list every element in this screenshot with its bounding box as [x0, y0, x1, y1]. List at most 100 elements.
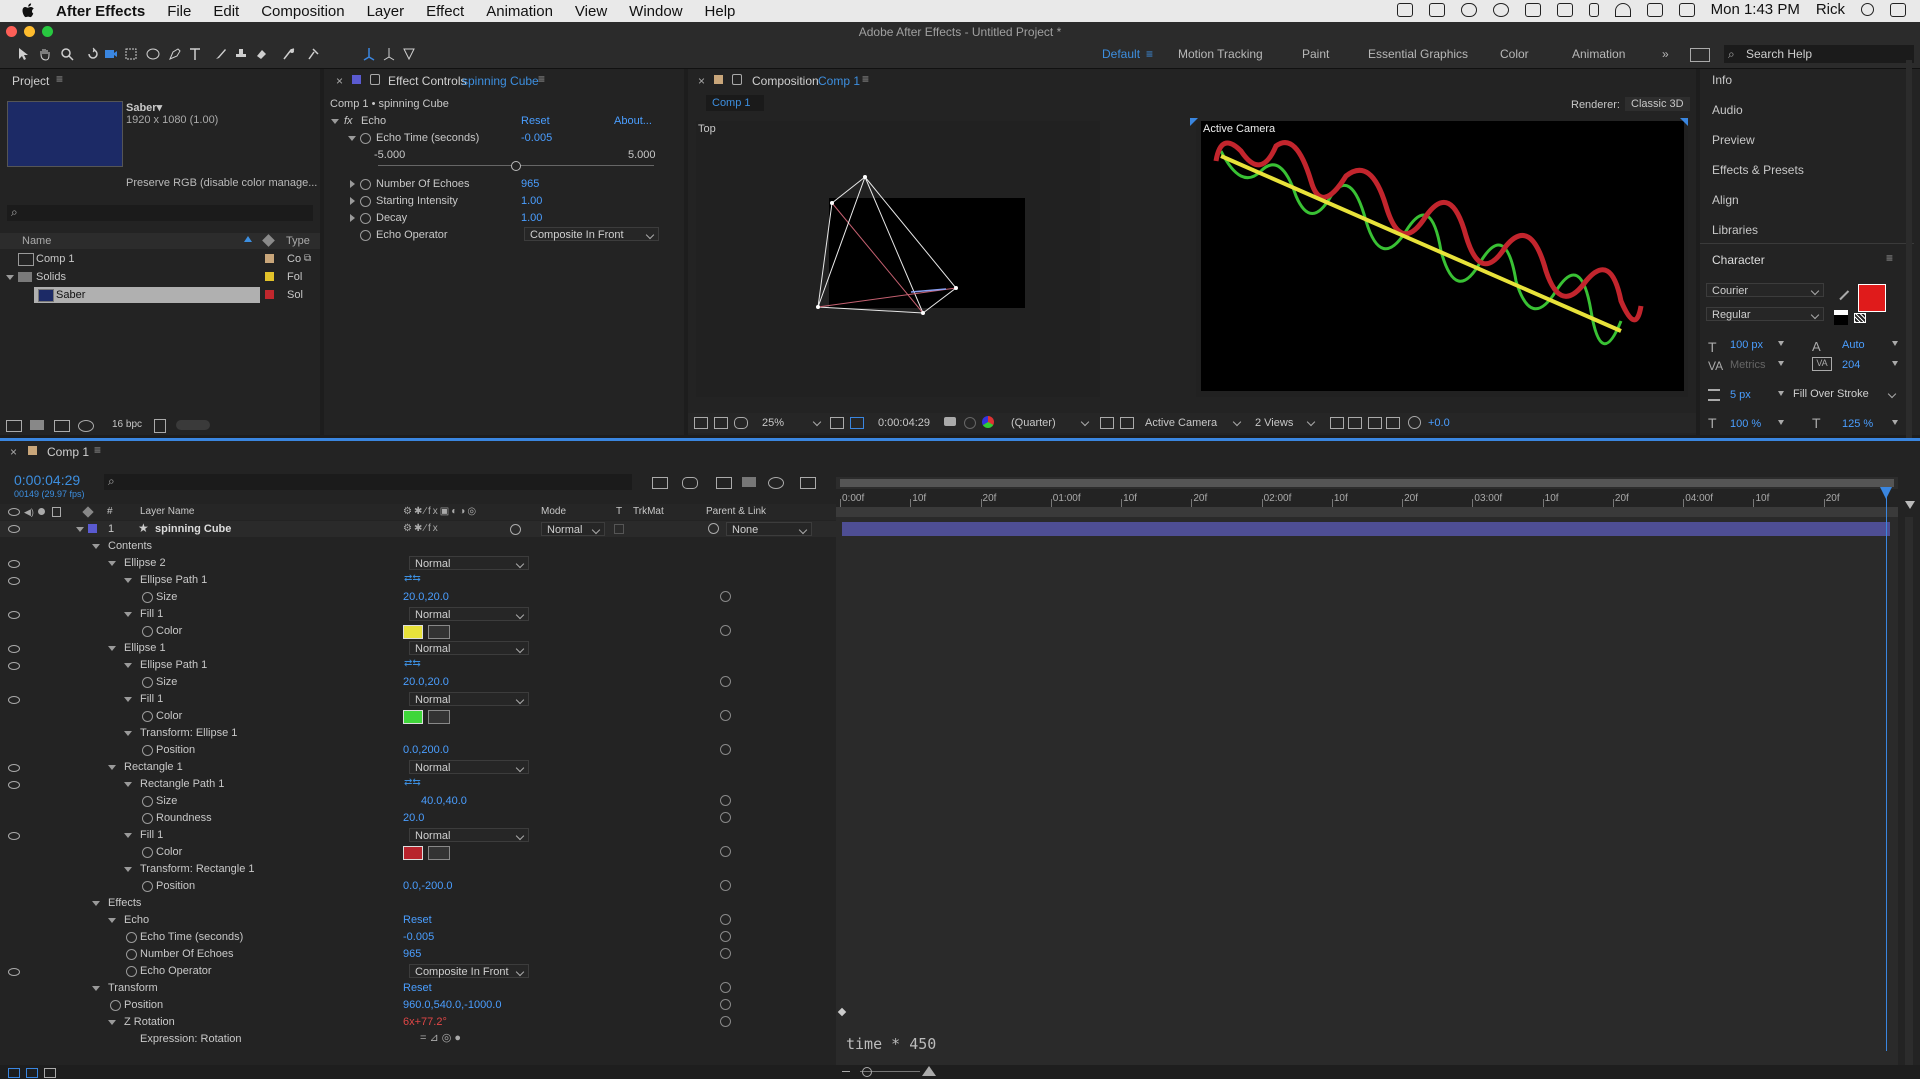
- expand-layer-switches-icon[interactable]: [8, 1068, 20, 1078]
- column-track-matte[interactable]: TrkMat: [633, 506, 664, 517]
- video-eye-icon[interactable]: [8, 696, 20, 704]
- stopwatch-icon[interactable]: [142, 677, 153, 688]
- property-row[interactable]: Echo Time (seconds) -0.005: [0, 929, 836, 946]
- switches-icons[interactable]: ⚙✱∕fx▣◐◑◎: [403, 506, 478, 517]
- eyedropper-icon[interactable]: [428, 625, 450, 639]
- property-value[interactable]: 960.0,540.0,-1000.0: [403, 999, 501, 1011]
- layer-mode-dropdown[interactable]: Normal: [541, 522, 605, 536]
- stopwatch-icon[interactable]: [142, 711, 153, 722]
- zoom-in-mountain-icon[interactable]: [922, 1066, 936, 1076]
- video-eye-icon[interactable]: [8, 781, 20, 789]
- roto-brush-tool-icon[interactable]: [282, 47, 296, 61]
- renderer-button[interactable]: Classic 3D: [1625, 97, 1690, 111]
- property-value[interactable]: -0.005: [403, 931, 434, 943]
- video-eye-icon[interactable]: [8, 508, 20, 516]
- panel-audio[interactable]: Audio: [1712, 103, 1743, 117]
- interpret-footage-icon[interactable]: [6, 420, 22, 432]
- composition-title[interactable]: Composition: [752, 74, 819, 88]
- property-row[interactable]: Echo Operator Composite In Front: [0, 963, 836, 980]
- panel-info[interactable]: Info: [1712, 73, 1732, 87]
- property-row[interactable]: Size 20.0,20.0: [0, 674, 836, 691]
- composition-mini-flowchart-icon[interactable]: [652, 477, 668, 489]
- bit-depth-button[interactable]: 16 bpc: [112, 419, 142, 430]
- creative-cloud-icon[interactable]: [1396, 2, 1413, 17]
- stopwatch-icon[interactable]: [142, 847, 153, 858]
- camera-tool-icon[interactable]: [104, 47, 118, 61]
- pickwhip-icon[interactable]: [720, 676, 731, 687]
- stopwatch-icon[interactable]: [126, 949, 137, 960]
- workspace-color[interactable]: Color: [1500, 47, 1529, 61]
- search-help-field[interactable]: ⌕ Search Help: [1724, 45, 1914, 63]
- clone-stamp-tool-icon[interactable]: [234, 47, 248, 61]
- work-area-range[interactable]: [840, 479, 1894, 487]
- label-tag-icon[interactable]: [262, 234, 275, 247]
- layer-color-label[interactable]: [88, 524, 97, 533]
- collapse-triangle-icon[interactable]: [124, 697, 132, 702]
- font-style-dropdown[interactable]: Regular: [1706, 307, 1824, 321]
- project-scroll-slider[interactable]: [176, 420, 210, 430]
- property-value[interactable]: 20.0,20.0: [403, 591, 449, 603]
- panel-menu-icon[interactable]: ≡: [862, 72, 869, 86]
- stopwatch-icon[interactable]: [142, 796, 153, 807]
- property-row[interactable]: Transform: Ellipse 1: [0, 725, 836, 742]
- property-row[interactable]: Rectangle 1 Normal: [0, 759, 836, 776]
- timeline-scrollbar[interactable]: [1905, 517, 1913, 1077]
- bluetooth-icon[interactable]: [1588, 2, 1599, 17]
- workspace-default[interactable]: Default: [1102, 47, 1140, 61]
- menubar-user[interactable]: Rick: [1816, 1, 1845, 18]
- panel-menu-icon[interactable]: ≡: [538, 72, 545, 86]
- current-time-display[interactable]: 0:00:04:29: [878, 417, 930, 429]
- pickwhip-icon[interactable]: [720, 846, 731, 857]
- zoom-window-button[interactable]: [42, 26, 53, 37]
- menu-layer[interactable]: Layer: [367, 3, 405, 20]
- tracking-value[interactable]: 204: [1842, 359, 1860, 371]
- panel-menu-icon[interactable]: ≡: [1886, 251, 1893, 265]
- draft-3d-icon[interactable]: [682, 477, 698, 489]
- kerning-value[interactable]: Metrics: [1730, 359, 1765, 371]
- path-direction-icon[interactable]: ⇄⇆: [404, 573, 421, 584]
- menu-help[interactable]: Help: [705, 3, 736, 20]
- color-swatch[interactable]: [403, 846, 423, 860]
- property-value[interactable]: 40.0,40.0: [421, 795, 467, 807]
- column-name[interactable]: Name: [22, 235, 51, 247]
- expand-time-stretch-icon[interactable]: [44, 1068, 56, 1078]
- graph-editor-icon[interactable]: [800, 477, 816, 489]
- spotlight-icon[interactable]: [1861, 3, 1874, 16]
- label-color[interactable]: [265, 272, 274, 281]
- close-panel-icon[interactable]: ×: [698, 74, 705, 88]
- mask-visibility-icon[interactable]: [734, 417, 748, 429]
- 3d-layer-icon[interactable]: [510, 524, 521, 535]
- adjust-project-settings-icon[interactable]: [78, 420, 94, 432]
- pickwhip-icon[interactable]: [720, 948, 731, 959]
- layer-name[interactable]: spinning Cube: [155, 523, 231, 535]
- camera-view-dropdown[interactable]: Active Camera: [1145, 417, 1217, 429]
- menubar-clock[interactable]: Mon 1:43 PM: [1711, 1, 1800, 18]
- snapshot-camera-icon[interactable]: [944, 417, 956, 426]
- collapse-triangle-icon[interactable]: [92, 901, 100, 906]
- close-window-button[interactable]: [6, 26, 17, 37]
- battery-meter-icon[interactable]: [1524, 2, 1541, 17]
- project-search-input[interactable]: ⌕: [7, 205, 313, 221]
- zoom-dropdown[interactable]: 25%: [762, 417, 784, 429]
- new-folder-icon[interactable]: [30, 420, 44, 430]
- eyedropper-icon[interactable]: [428, 710, 450, 724]
- collapse-triangle-icon[interactable]: [124, 578, 132, 583]
- stroke-type-dropdown[interactable]: Fill Over Stroke: [1788, 387, 1900, 401]
- show-snapshot-icon[interactable]: [964, 417, 976, 429]
- panel-align[interactable]: Align: [1712, 193, 1739, 207]
- hand-tool-icon[interactable]: [38, 47, 52, 61]
- path-direction-icon[interactable]: ⇄⇆: [404, 777, 421, 788]
- panel-effects-presets[interactable]: Effects & Presets: [1712, 163, 1804, 177]
- lock-icon[interactable]: [370, 74, 380, 85]
- effect-reset-link[interactable]: Reset: [521, 115, 550, 127]
- column-mode[interactable]: Mode: [541, 506, 566, 517]
- comp-tab[interactable]: Comp 1: [706, 95, 764, 111]
- workspace-essential-graphics[interactable]: Essential Graphics: [1368, 47, 1468, 61]
- local-axis-mode-icon[interactable]: [362, 47, 376, 61]
- pickwhip-icon[interactable]: [720, 591, 731, 602]
- collapse-triangle-icon[interactable]: [124, 782, 132, 787]
- video-eye-icon[interactable]: [8, 577, 20, 585]
- reset-exposure-icon[interactable]: [1408, 416, 1421, 429]
- video-eye-icon[interactable]: [8, 645, 20, 653]
- stopwatch-icon[interactable]: [142, 745, 153, 756]
